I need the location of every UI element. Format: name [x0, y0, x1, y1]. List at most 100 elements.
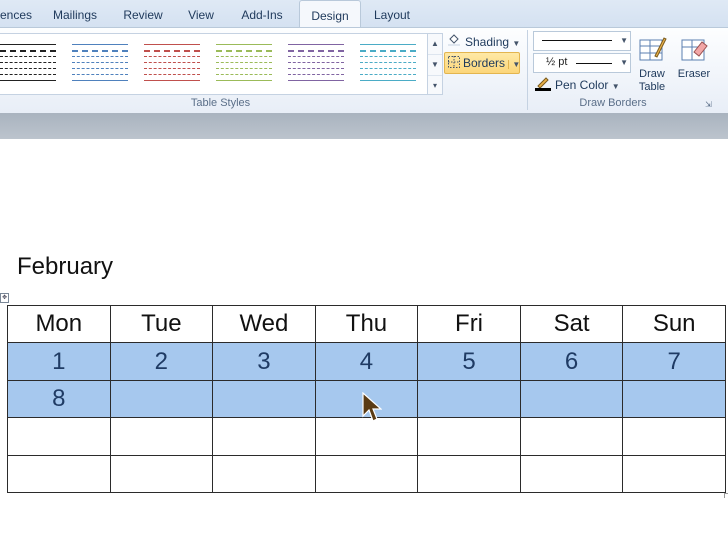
table-cell[interactable]: 6: [519, 342, 624, 381]
table-cell[interactable]: [212, 379, 316, 419]
line-style-dropdown-icon: ▼: [620, 36, 628, 45]
table-style-line: [288, 44, 344, 45]
table-cell[interactable]: 7: [622, 342, 726, 381]
table-style-line: [144, 80, 200, 81]
gallery-more-icon[interactable]: ▾: [428, 76, 442, 96]
table-style-line: [72, 80, 128, 81]
tab-review[interactable]: Review: [118, 0, 168, 28]
table-cell[interactable]: 1: [7, 342, 111, 381]
line-weight-preview: [576, 63, 612, 64]
tab-layout[interactable]: Layout: [366, 0, 418, 28]
table-cell[interactable]: [417, 379, 521, 419]
table-cell[interactable]: [622, 379, 726, 419]
table-cell[interactable]: [109, 454, 214, 494]
line-weight-combo[interactable]: ½ pt ▼: [533, 53, 631, 73]
line-weight-value: ½ pt: [546, 56, 568, 68]
borders-grid-icon: [448, 54, 460, 74]
table-style-line: [288, 68, 344, 69]
paint-bucket-icon: [447, 33, 461, 53]
table-style-line: [288, 62, 344, 63]
borders-button[interactable]: Borders ▼: [444, 52, 521, 74]
table-cell[interactable]: 3: [212, 342, 316, 381]
table-cell[interactable]: 4: [314, 342, 419, 381]
table-style-line: [0, 44, 56, 45]
table-style-thumb-aqua[interactable]: [360, 42, 416, 86]
table-style-thumb-blue[interactable]: [72, 42, 128, 86]
ruler-band: [0, 113, 728, 139]
table-style-line: [72, 50, 128, 52]
borders-label: Borders: [463, 56, 506, 70]
table-style-line: [360, 74, 416, 75]
pen-color-button[interactable]: Pen Color ▼: [535, 75, 625, 95]
table-cell[interactable]: [622, 417, 726, 456]
table-cell[interactable]: [417, 417, 521, 456]
draw-table-button[interactable]: Draw Table: [632, 34, 672, 96]
header-mon[interactable]: Mon: [7, 304, 111, 344]
header-sun[interactable]: Sun: [622, 304, 726, 344]
calendar-header-row: Mon Tue Wed Thu Fri Sat Sun: [7, 304, 726, 344]
table-style-line: [288, 56, 344, 57]
table-style-thumb-green[interactable]: [216, 42, 272, 86]
table-cell[interactable]: [622, 454, 726, 494]
header-sat[interactable]: Sat: [519, 304, 624, 344]
table-style-thumb-purple[interactable]: [288, 42, 344, 86]
table-style-line: [144, 44, 200, 45]
tab-mailings[interactable]: Mailings: [46, 0, 104, 28]
table-cell[interactable]: [519, 417, 624, 456]
table-style-line: [360, 68, 416, 69]
table-row: [7, 454, 726, 494]
table-styles-gallery: [0, 33, 428, 95]
borders-dropdown-icon[interactable]: ▼: [508, 60, 521, 69]
table-cell[interactable]: [7, 417, 111, 456]
tab-view[interactable]: View: [182, 0, 220, 28]
table-style-line: [144, 50, 200, 52]
table-style-line: [0, 80, 56, 81]
table-style-line: [0, 74, 56, 75]
table-cell[interactable]: 5: [417, 342, 521, 381]
table-cell[interactable]: [519, 454, 624, 494]
table-cell[interactable]: [212, 454, 316, 494]
gallery-down-icon[interactable]: ▼: [428, 55, 442, 76]
table-cell[interactable]: [417, 454, 521, 494]
tab-design[interactable]: Design: [299, 0, 361, 29]
tab-references[interactable]: ences: [0, 0, 32, 28]
gallery-up-icon[interactable]: ▲: [428, 34, 442, 55]
shading-button[interactable]: Shading ▼: [447, 32, 525, 52]
table-style-thumb-red[interactable]: [144, 42, 200, 86]
line-weight-dropdown-icon: ▼: [620, 58, 628, 67]
header-wed[interactable]: Wed: [212, 304, 316, 344]
line-style-combo[interactable]: ▼: [533, 31, 631, 51]
table-style-line: [216, 50, 272, 52]
table-style-line: [72, 56, 128, 57]
table-style-thumb-black[interactable]: [0, 42, 56, 86]
table-cell[interactable]: 8: [7, 379, 111, 419]
tab-addins[interactable]: Add-Ins: [236, 0, 288, 28]
header-thu[interactable]: Thu: [314, 304, 419, 344]
table-cell[interactable]: 2: [109, 342, 214, 381]
table-style-line: [0, 50, 56, 52]
table-move-handle-icon[interactable]: ✥: [0, 293, 9, 303]
table-cell[interactable]: [314, 454, 419, 494]
table-cell[interactable]: [109, 379, 214, 419]
header-fri[interactable]: Fri: [417, 304, 521, 344]
draw-borders-group-label: Draw Borders: [579, 97, 647, 109]
table-style-line: [0, 68, 56, 69]
table-cell[interactable]: [212, 417, 316, 456]
table-style-line: [72, 68, 128, 69]
shading-label: Shading: [465, 35, 510, 49]
table-style-line: [144, 56, 200, 57]
table-cell[interactable]: [519, 379, 624, 419]
header-tue[interactable]: Tue: [109, 304, 214, 344]
eraser-button[interactable]: Eraser: [674, 34, 714, 96]
pen-icon: [535, 75, 551, 97]
table-resize-handle[interactable]: [724, 493, 728, 498]
table-cell[interactable]: [7, 454, 111, 494]
table-style-line: [72, 74, 128, 75]
table-style-line: [360, 62, 416, 63]
dialog-launcher-icon[interactable]: ⇲: [705, 100, 712, 109]
table-style-line: [216, 56, 272, 57]
table-style-line: [360, 80, 416, 81]
table-style-line: [288, 50, 344, 52]
table-cell[interactable]: [109, 417, 214, 456]
table-style-line: [216, 80, 272, 81]
